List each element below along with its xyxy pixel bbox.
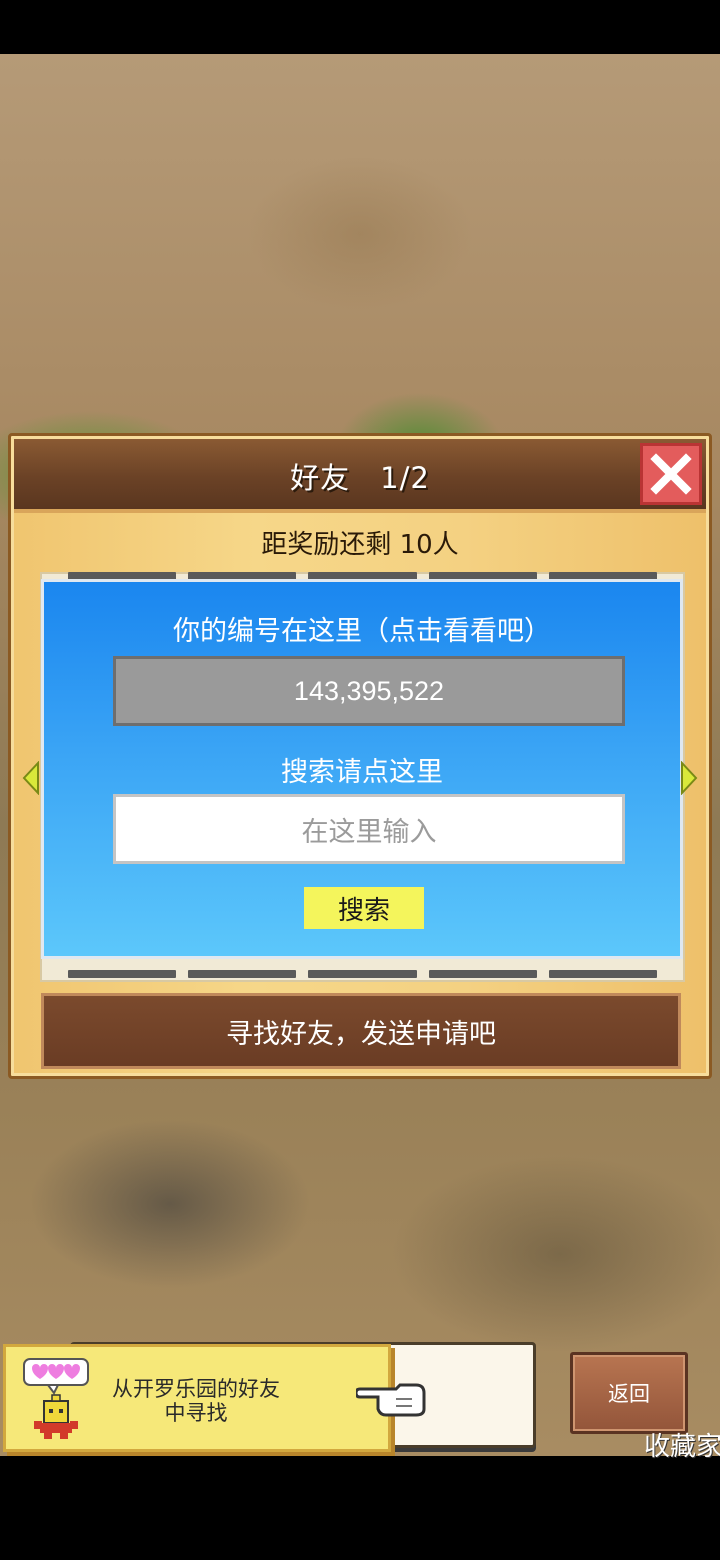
collection-label: 收藏家 [644, 1432, 720, 1460]
id-search-panel: 你的编号在这里（点击看看吧） 143,395,522 搜索请点这里 在这里输入 … [41, 579, 683, 959]
id-caption[interactable]: 你的编号在这里（点击看看吧） [44, 609, 680, 648]
close-icon [650, 453, 692, 495]
friend-search-hint: 从开罗乐园的好友中寻找 [112, 1377, 280, 1425]
hearts-avatar-icon [23, 1358, 89, 1439]
search-button[interactable]: 搜索 [304, 887, 424, 929]
avatar [18, 1357, 96, 1441]
dialog-title: 好友 1/2 [290, 461, 430, 495]
back-button[interactable]: 返回 [570, 1352, 688, 1434]
player-id-box[interactable]: 143,395,522 [113, 656, 625, 726]
search-input[interactable]: 在这里输入 [113, 794, 625, 864]
frame-ticks-bottom [68, 970, 658, 978]
reward-progress-text: 距奖励还剩 10人 [261, 530, 459, 560]
find-friends-button[interactable]: 寻找好友，发送申请吧 [41, 993, 681, 1069]
close-button[interactable] [640, 443, 702, 505]
friend-search-card[interactable]: 从开罗乐园的好友中寻找 [3, 1344, 391, 1452]
arrow-left-icon[interactable] [22, 761, 40, 795]
search-caption: 搜索请点这里 [281, 757, 443, 788]
dialog-title-bar: 好友 1/2 [14, 439, 706, 513]
friends-dialog: 好友 1/2 距奖励还剩 10人 你的编号在这里（点击看看吧） 143,395,… [8, 433, 712, 1079]
arrow-right-icon[interactable] [680, 761, 698, 795]
pointing-hand-icon [356, 1383, 426, 1417]
